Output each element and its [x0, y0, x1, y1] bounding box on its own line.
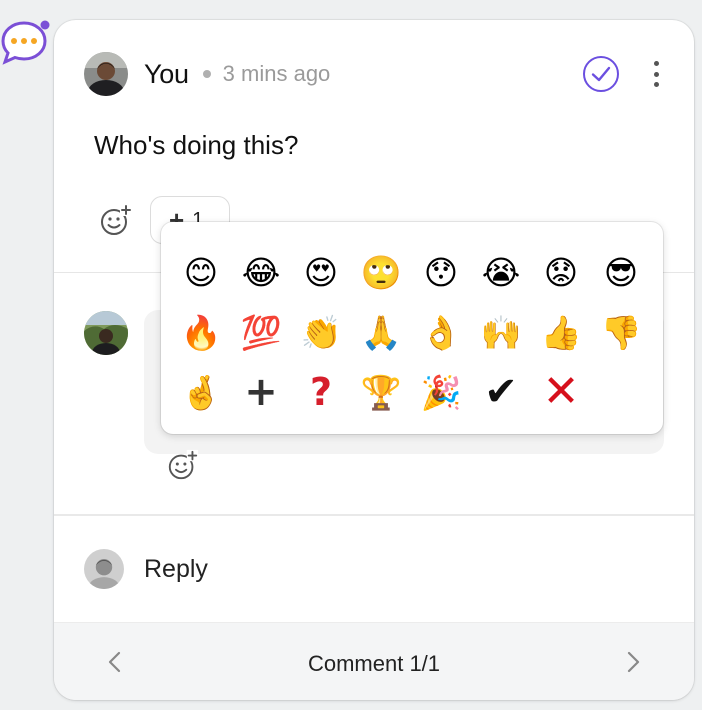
emoji-option[interactable]: 🔥 — [171, 302, 231, 362]
author-name: You — [144, 58, 189, 89]
emoji-option[interactable]: 🙄 — [351, 242, 411, 302]
author-avatar — [84, 52, 128, 96]
emoji-option[interactable]: 😊 — [171, 242, 231, 302]
emoji-option[interactable]: + — [231, 362, 291, 422]
emoji-option[interactable]: ? — [291, 362, 351, 422]
emoji-option[interactable]: 😭 — [471, 242, 531, 302]
emoji-option[interactable]: 😯 — [411, 242, 471, 302]
emoji-option[interactable]: 😟 — [531, 242, 591, 302]
comment-navigation-footer: Comment 1/1 — [54, 622, 694, 700]
emoji-option[interactable]: 🙌 — [471, 302, 531, 362]
emoji-option[interactable]: 🏆 — [351, 362, 411, 422]
emoji-option[interactable]: ✕ — [531, 362, 591, 422]
reply-input[interactable]: Reply — [84, 546, 664, 592]
comment-counter: Comment 1/1 — [307, 651, 441, 676]
emoji-option[interactable]: 💯 — [231, 302, 291, 362]
reply-placeholder: Reply — [144, 554, 208, 583]
chevron-right-icon — [627, 651, 640, 673]
second-comment-avatar — [84, 311, 128, 355]
more-vertical-icon — [653, 61, 659, 66]
add-reaction-icon — [168, 449, 199, 480]
emoji-option[interactable]: 😍 — [291, 242, 351, 302]
emoji-option[interactable]: 👍 — [531, 302, 591, 362]
check-circle-icon — [583, 56, 619, 92]
emoji-grid: 😊 😂 😍 🙄 😯 😭 😟 😎 🔥 💯 👏 🙏 👌 🙌 👍 👎 🤞 +? 🏆 🎉 ✔ ✕ — [171, 242, 653, 422]
more-options-button[interactable] — [646, 57, 666, 91]
emoji-option[interactable]: 😂 — [231, 242, 291, 302]
emoji-option[interactable]: 🤞 — [171, 362, 231, 422]
next-comment-button[interactable] — [618, 647, 648, 677]
comment-thread-marker[interactable] — [0, 17, 50, 67]
add-reaction-icon — [101, 204, 132, 235]
emoji-option[interactable]: 🙏 — [351, 302, 411, 362]
emoji-picker: 😊 😂 😍 🙄 😯 😭 😟 😎 🔥 💯 👏 🙏 👌 🙌 👍 👎 🤞 +? 🏆 🎉 ✔ ✕ — [161, 222, 663, 434]
add-reaction-button-second[interactable] — [166, 448, 200, 482]
emoji-option[interactable]: 👎 — [591, 302, 651, 362]
emoji-option[interactable]: ✔ — [471, 362, 531, 422]
add-reaction-button[interactable] — [98, 202, 134, 238]
chat-bubble-icon — [1, 20, 50, 65]
emoji-option[interactable]: 👏 — [291, 302, 351, 362]
emoji-option[interactable]: 😎 — [591, 242, 651, 302]
emoji-option[interactable]: 🎉 — [411, 362, 471, 422]
divider — [54, 514, 694, 516]
reply-avatar — [84, 549, 124, 589]
separator-dot — [202, 70, 211, 78]
emoji-option[interactable]: 👌 — [411, 302, 471, 362]
comment-timestamp: 3 mins ago — [222, 61, 331, 86]
comment-text: Who's doing this? — [94, 130, 299, 160]
resolve-button[interactable] — [582, 55, 620, 93]
comment-header: You 3 mins ago — [84, 51, 666, 97]
